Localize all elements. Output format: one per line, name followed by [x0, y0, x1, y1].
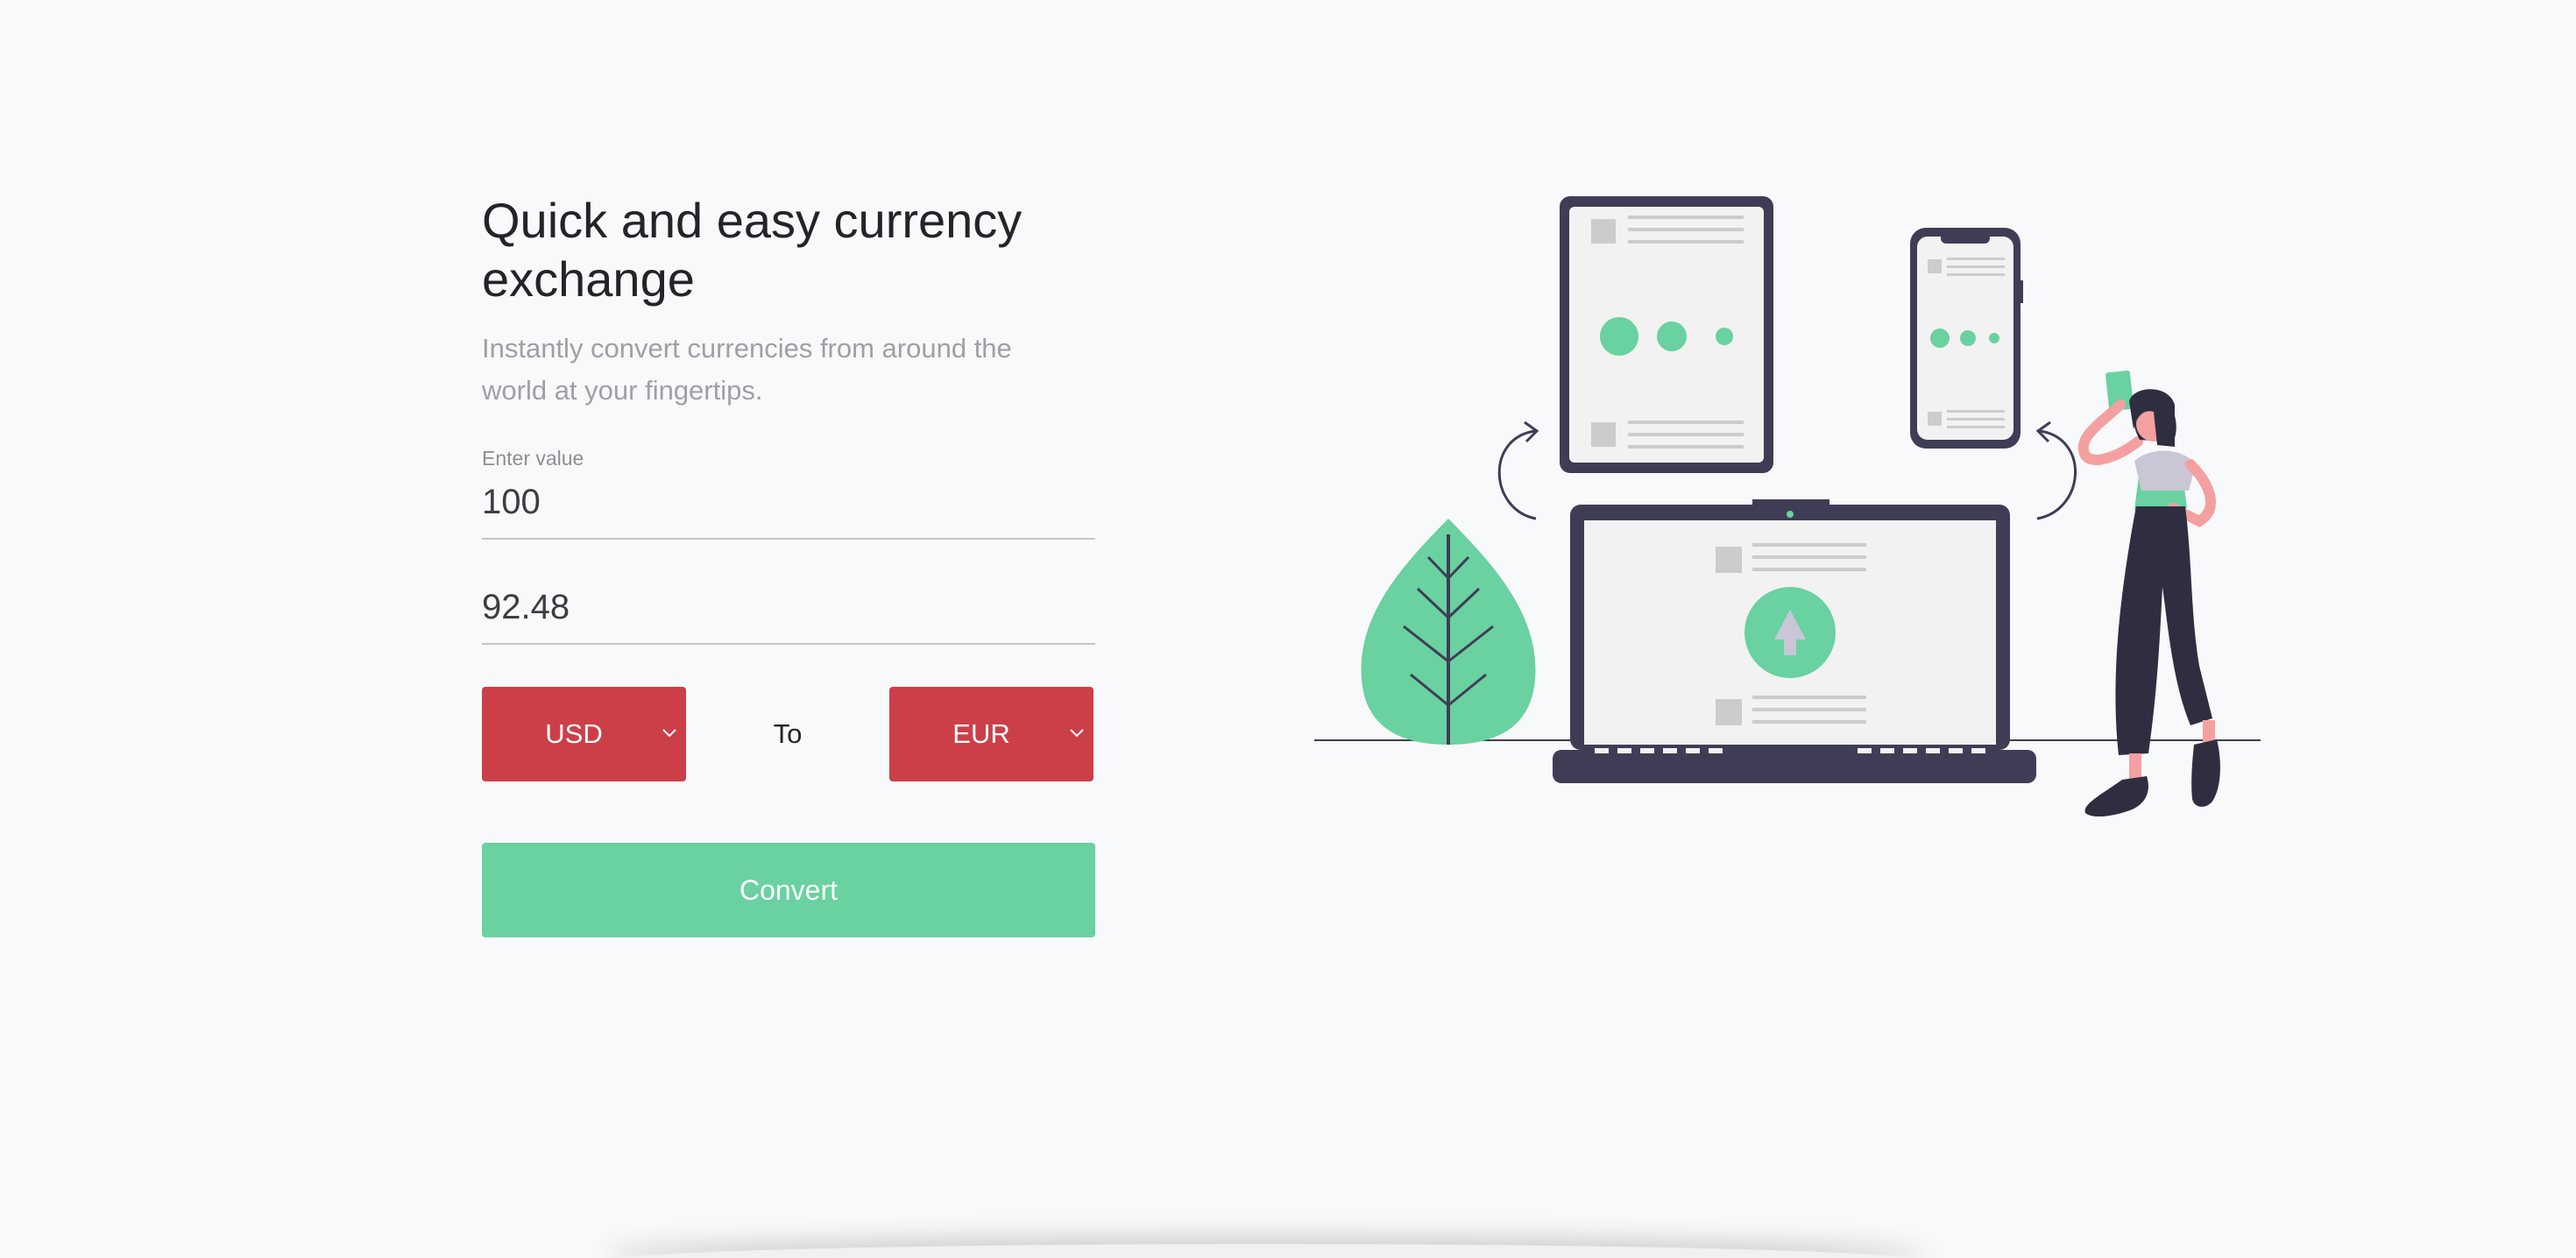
currency-select-row: USD To EUR — [482, 687, 1095, 781]
chevron-down-icon — [1070, 729, 1084, 738]
to-currency-select[interactable]: EUR — [889, 687, 1093, 781]
from-currency-select[interactable]: USD — [482, 687, 686, 781]
amount-input[interactable] — [482, 483, 1095, 522]
page-subtitle: Instantly convert currencies from around… — [482, 333, 1012, 406]
amount-field: Enter value — [482, 447, 1095, 540]
woman-figure — [2077, 370, 2220, 817]
result-field — [482, 554, 1095, 645]
online-devices-illustration — [1314, 196, 2261, 817]
chevron-down-icon — [662, 729, 676, 738]
to-currency-value: EUR — [952, 718, 1010, 749]
convert-button[interactable]: Convert — [482, 843, 1095, 937]
amount-label: Enter value — [482, 447, 584, 470]
from-currency-value: USD — [545, 718, 603, 749]
leaf-plant — [1361, 519, 1536, 745]
currency-exchange-page: Quick and easy currency exchange Instant… — [0, 0, 2576, 1258]
bottom-panel-edge — [605, 1244, 1928, 1258]
phone-device — [1910, 228, 2023, 449]
to-label: To — [773, 718, 803, 749]
page-title: Quick and easy currency exchange — [482, 193, 1023, 307]
result-input[interactable] — [482, 588, 1095, 627]
tablet-device — [1560, 196, 1773, 473]
laptop-device — [1553, 499, 2036, 783]
converter-panel: Quick and easy currency exchange Instant… — [482, 191, 1095, 937]
